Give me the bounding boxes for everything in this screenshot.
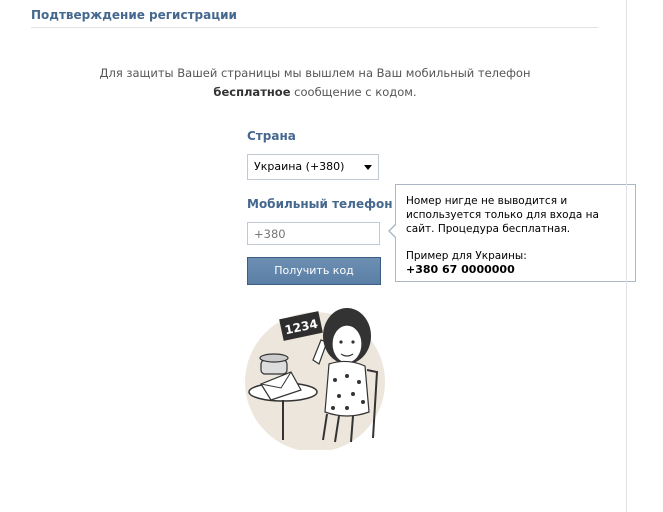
country-label: Страна	[247, 129, 296, 143]
tooltip-text: Номер нигде не выводится и используется …	[406, 195, 599, 235]
intro-line-1: Для защиты Вашей страницы мы вышлем на В…	[99, 66, 531, 80]
phone-label: Мобильный телефон	[247, 197, 393, 211]
tooltip-example-number: +380 67 0000000	[406, 263, 515, 276]
panel-right-border	[626, 0, 627, 512]
phone-hint-tooltip: Номер нигде не выводится и используется …	[388, 184, 636, 282]
country-select-value: Украина (+380)	[254, 160, 345, 173]
intro-line-2-rest: сообщение с кодом.	[290, 85, 417, 99]
intro-bold-word: бесплатное	[213, 85, 291, 99]
illustration-woman-icon: 1234	[245, 308, 385, 450]
intro-text: Для защиты Вашей страницы мы вышлем на В…	[60, 64, 570, 102]
page-title: Подтверждение регистрации	[31, 8, 237, 22]
country-select[interactable]: Украина (+380)	[247, 154, 379, 180]
intro-line-2: бесплатное сообщение с кодом.	[60, 83, 570, 102]
get-code-button[interactable]: Получить код	[247, 257, 381, 285]
phone-input[interactable]	[247, 222, 380, 245]
dropdown-arrow-icon	[364, 165, 372, 170]
registration-panel: Подтверждение регистрации Для защиты Ваш…	[0, 0, 636, 512]
header-divider	[31, 27, 598, 28]
tooltip-example-label: Пример для Украины:	[406, 250, 527, 262]
